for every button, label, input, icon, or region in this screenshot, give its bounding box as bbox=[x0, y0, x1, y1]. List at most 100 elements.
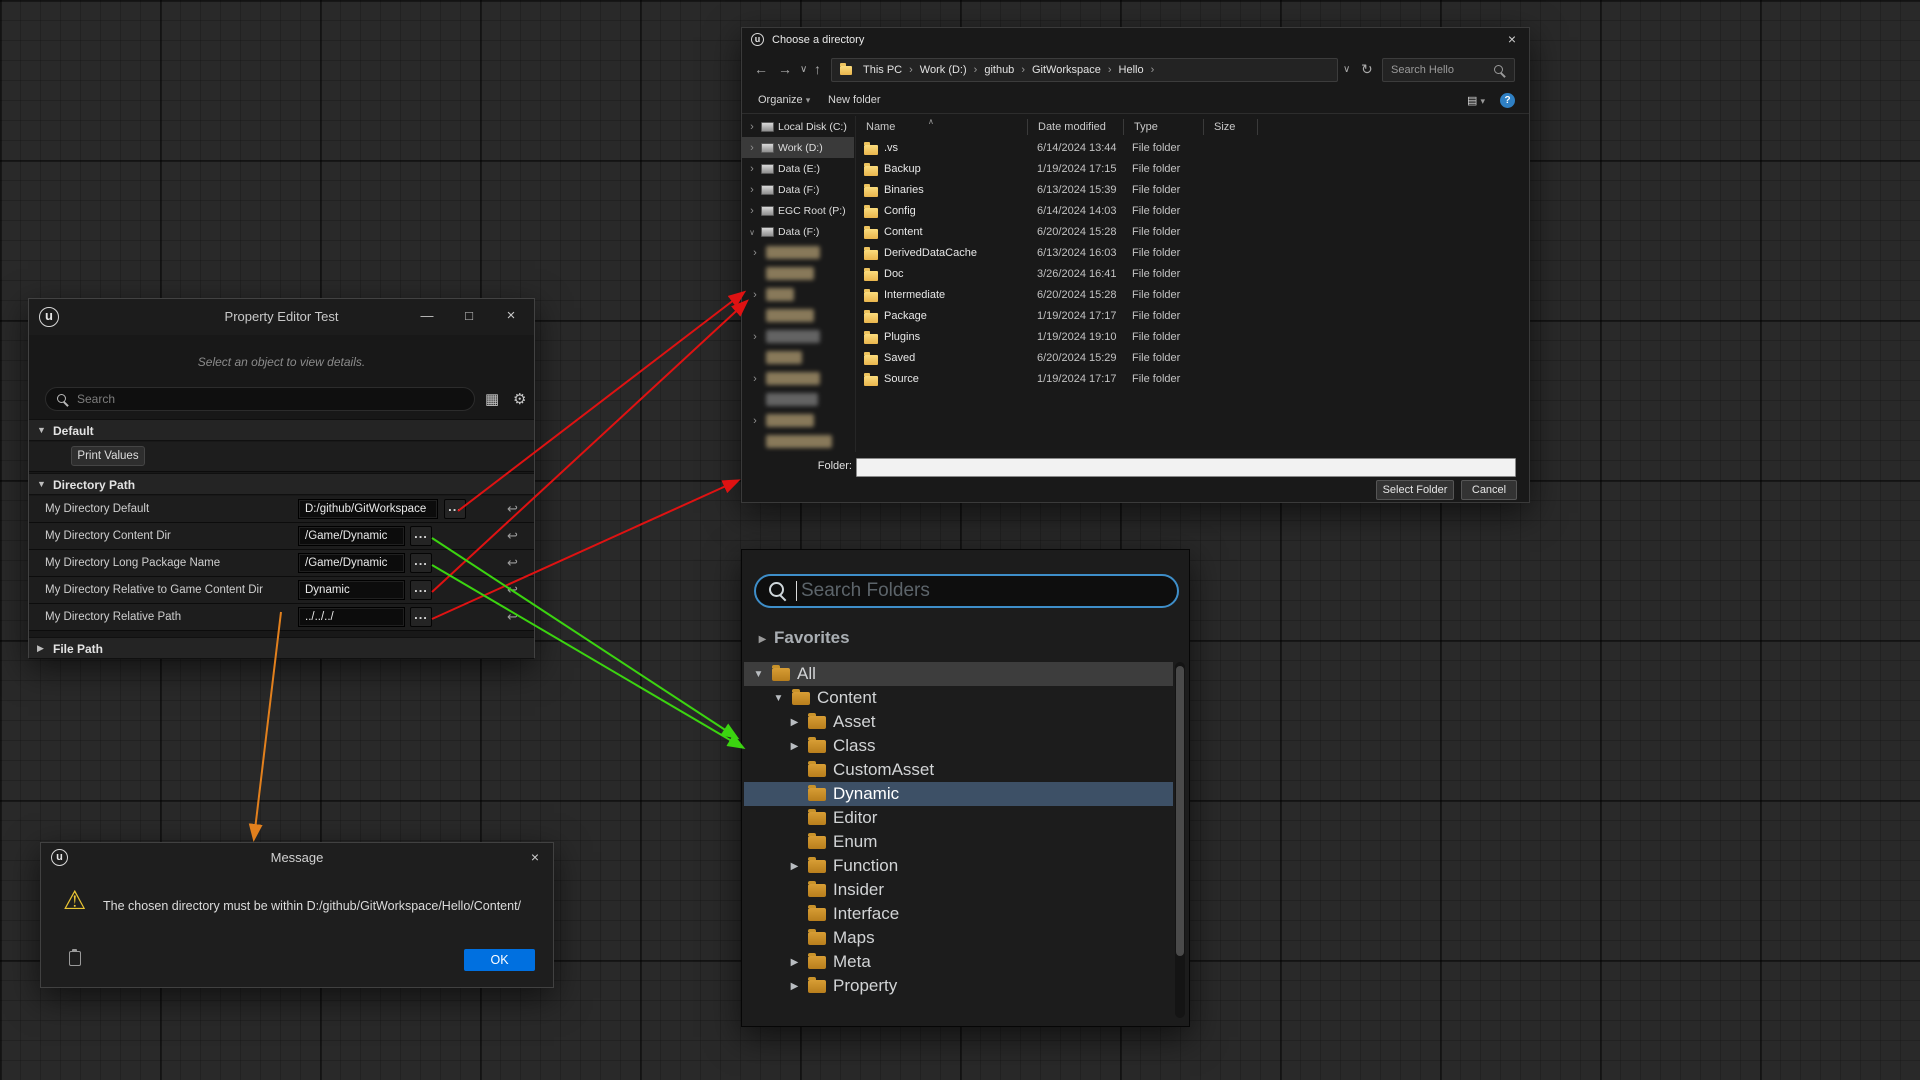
breadcrumb-item[interactable]: Hello bbox=[1116, 64, 1147, 76]
property-value-field[interactable]: ../../../ bbox=[298, 607, 405, 627]
column-size[interactable]: Size bbox=[1208, 119, 1258, 135]
tree-item-drive[interactable]: Data (F:) bbox=[742, 179, 854, 200]
expander-icon[interactable] bbox=[788, 717, 801, 728]
folder-tree-item[interactable]: Enum bbox=[744, 830, 1173, 854]
breadcrumb-item[interactable]: GitWorkspace bbox=[1029, 64, 1104, 76]
copy-to-clipboard-icon[interactable] bbox=[69, 951, 81, 966]
breadcrumb-item[interactable]: github bbox=[981, 64, 1017, 76]
folder-tree-item[interactable]: CustomAsset bbox=[744, 758, 1173, 782]
reset-to-default-icon[interactable]: ↩ bbox=[507, 501, 518, 517]
refresh-icon[interactable]: ↻ bbox=[1361, 61, 1373, 78]
tree-item-drive[interactable]: Data (F:) bbox=[742, 221, 854, 242]
file-row[interactable]: Config 6/14/2024 14:03 File folder bbox=[856, 201, 1528, 222]
tree-item-redacted[interactable] bbox=[742, 242, 854, 263]
back-icon[interactable]: ← bbox=[754, 61, 768, 77]
expander-icon[interactable] bbox=[747, 226, 757, 238]
display-settings-icon[interactable]: ▦ bbox=[485, 390, 499, 408]
tree-item-redacted[interactable] bbox=[742, 431, 854, 452]
section-default[interactable]: ▼ Default bbox=[29, 419, 534, 441]
minimize-icon[interactable]: — bbox=[413, 299, 441, 335]
tree-item-drive[interactable]: Data (E:) bbox=[742, 158, 854, 179]
close-icon[interactable]: × bbox=[1495, 28, 1529, 52]
maximize-icon[interactable]: □ bbox=[455, 299, 483, 335]
reset-to-default-icon[interactable]: ↩ bbox=[507, 528, 518, 544]
expand-icon[interactable]: ▶ bbox=[37, 643, 44, 654]
expand-icon[interactable] bbox=[756, 634, 769, 645]
expander-icon[interactable] bbox=[747, 142, 757, 154]
expander-icon[interactable] bbox=[752, 669, 765, 680]
file-row[interactable]: Doc 3/26/2024 16:41 File folder bbox=[856, 264, 1528, 285]
file-row[interactable]: Saved 6/20/2024 15:29 File folder bbox=[856, 348, 1528, 369]
close-icon[interactable]: × bbox=[517, 843, 553, 873]
tree-item-redacted[interactable] bbox=[742, 305, 854, 326]
favorites-section[interactable]: Favorites bbox=[742, 626, 1189, 652]
window-titlebar[interactable]: Property Editor Test — □ × bbox=[29, 299, 534, 335]
tree-item-redacted[interactable] bbox=[742, 368, 854, 389]
file-row[interactable]: Binaries 6/13/2024 15:39 File folder bbox=[856, 180, 1528, 201]
organize-button[interactable]: Organize ▾ bbox=[758, 94, 810, 106]
cancel-button[interactable]: Cancel bbox=[1461, 480, 1517, 500]
close-icon[interactable]: × bbox=[497, 299, 525, 335]
select-folder-button[interactable]: Select Folder bbox=[1376, 480, 1454, 500]
folder-tree-item[interactable]: Insider bbox=[744, 878, 1173, 902]
collapse-icon[interactable]: ▼ bbox=[37, 479, 46, 489]
history-dropdown-icon[interactable]: ∨ bbox=[800, 64, 807, 75]
address-bar[interactable]: This PC › Work (D:) › github › GitWorksp… bbox=[831, 58, 1338, 82]
column-date-modified[interactable]: Date modified bbox=[1032, 119, 1124, 135]
tree-item-drive[interactable]: EGC Root (P:) bbox=[742, 200, 854, 221]
reset-to-default-icon[interactable]: ↩ bbox=[507, 555, 518, 571]
scrollbar[interactable] bbox=[1175, 662, 1185, 1018]
help-icon[interactable]: ? bbox=[1500, 93, 1515, 108]
tree-item-drive[interactable]: Work (D:) bbox=[742, 137, 854, 158]
forward-icon[interactable]: → bbox=[778, 61, 792, 77]
folder-tree-item[interactable]: All bbox=[744, 662, 1173, 686]
gear-icon[interactable]: ⚙ bbox=[513, 390, 526, 408]
file-row[interactable]: Backup 1/19/2024 17:15 File folder bbox=[856, 159, 1528, 180]
expander-icon[interactable] bbox=[747, 205, 757, 217]
dialog-titlebar[interactable]: Message × bbox=[41, 843, 553, 873]
folder-tree-item[interactable]: Asset bbox=[744, 710, 1173, 734]
browse-ellipsis-button[interactable]: ... bbox=[410, 553, 432, 573]
folder-tree-item[interactable]: Class bbox=[744, 734, 1173, 758]
collapse-icon[interactable]: ▼ bbox=[37, 425, 46, 435]
scrollbar-thumb[interactable] bbox=[1176, 666, 1184, 956]
tree-item-redacted[interactable] bbox=[742, 284, 854, 305]
folder-tree-item[interactable]: Meta bbox=[744, 950, 1173, 974]
tree-item-redacted[interactable] bbox=[742, 347, 854, 368]
file-row[interactable]: Package 1/19/2024 17:17 File folder bbox=[856, 306, 1528, 327]
column-name[interactable]: Name∧ bbox=[860, 119, 1028, 135]
print-values-button[interactable]: Print Values bbox=[71, 446, 145, 466]
tree-item-redacted[interactable] bbox=[742, 326, 854, 347]
property-value-field[interactable]: D:/github/GitWorkspace bbox=[298, 499, 438, 519]
breadcrumb-item[interactable]: This PC bbox=[860, 64, 905, 76]
expander-icon[interactable] bbox=[747, 163, 757, 175]
up-icon[interactable]: ↑ bbox=[814, 61, 821, 77]
tree-item-redacted[interactable] bbox=[742, 410, 854, 431]
file-row[interactable]: DerivedDataCache 6/13/2024 16:03 File fo… bbox=[856, 243, 1528, 264]
expander-icon[interactable] bbox=[788, 861, 801, 872]
details-search-box[interactable]: Search bbox=[45, 387, 475, 411]
folder-tree-item[interactable]: Dynamic bbox=[744, 782, 1173, 806]
browse-ellipsis-button[interactable]: ... bbox=[410, 607, 432, 627]
reset-to-default-icon[interactable]: ↩ bbox=[507, 609, 518, 625]
expander-icon[interactable] bbox=[747, 121, 757, 133]
reset-to-default-icon[interactable]: ↩ bbox=[507, 582, 518, 598]
browse-ellipsis-button[interactable]: ... bbox=[410, 580, 432, 600]
file-row[interactable]: .vs 6/14/2024 13:44 File folder bbox=[856, 138, 1528, 159]
property-value-field[interactable]: /Game/Dynamic bbox=[298, 553, 405, 573]
file-row[interactable]: Intermediate 6/20/2024 15:28 File folder bbox=[856, 285, 1528, 306]
property-value-field[interactable]: /Game/Dynamic bbox=[298, 526, 405, 546]
ok-button[interactable]: OK bbox=[464, 949, 535, 971]
search-folders-box[interactable]: Search Folders bbox=[754, 574, 1179, 608]
tree-item-redacted[interactable] bbox=[742, 263, 854, 284]
column-type[interactable]: Type bbox=[1128, 119, 1204, 135]
file-row[interactable]: Plugins 1/19/2024 19:10 File folder bbox=[856, 327, 1528, 348]
folder-tree-item[interactable]: Editor bbox=[744, 806, 1173, 830]
explorer-search-box[interactable]: Search Hello bbox=[1382, 58, 1515, 82]
folder-tree-item[interactable]: Property bbox=[744, 974, 1173, 998]
expander-icon[interactable] bbox=[788, 741, 801, 752]
browse-ellipsis-button[interactable]: ... bbox=[444, 499, 466, 519]
folder-path-input[interactable] bbox=[856, 458, 1516, 477]
file-row[interactable]: Source 1/19/2024 17:17 File folder bbox=[856, 369, 1528, 390]
section-file-path[interactable]: ▶ File Path bbox=[29, 637, 534, 659]
